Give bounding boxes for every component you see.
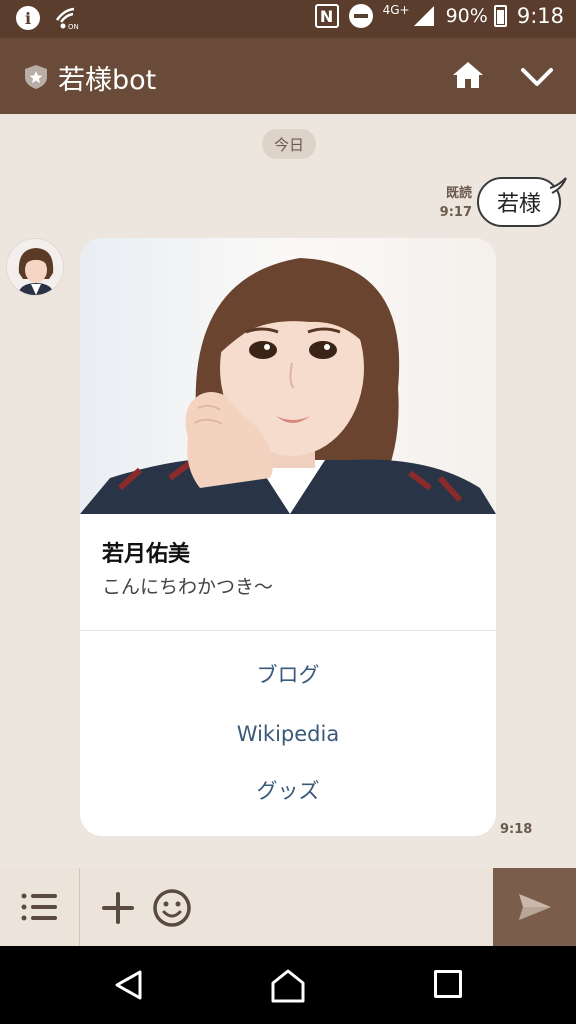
bot-message-card: 若月佑美 こんにちわかつき〜 ブログ Wikipedia グッズ: [80, 238, 496, 836]
status-time: 9:18: [516, 4, 564, 28]
date-separator: 今日: [262, 129, 316, 159]
recent-apps-icon[interactable]: [434, 970, 462, 998]
shield-icon: [25, 65, 47, 89]
status-bar: i ON N 4G+ 90% 9:18: [0, 0, 576, 38]
info-icon: i: [16, 6, 40, 30]
chevron-down-icon[interactable]: [520, 66, 554, 88]
send-button[interactable]: [493, 868, 576, 946]
back-icon[interactable]: [112, 968, 146, 1002]
signal-on-icon: ON: [55, 7, 79, 30]
chat-header: 若様bot: [0, 38, 576, 114]
bubble-tail: [549, 177, 567, 194]
card-action-blog[interactable]: ブログ: [80, 652, 496, 696]
card-divider: [80, 630, 496, 631]
card-action-wikipedia[interactable]: Wikipedia: [80, 712, 496, 756]
home-icon[interactable]: [270, 968, 306, 1004]
network-type: 4G+: [382, 3, 410, 17]
card-title: 若月佑美: [102, 542, 191, 567]
cell-signal-icon: [413, 6, 434, 26]
system-nav-bar: [0, 946, 576, 1024]
card-description: こんにちわかつき〜: [102, 576, 274, 598]
menu-button[interactable]: [0, 868, 80, 946]
menu-icon: [21, 893, 57, 921]
card-photo[interactable]: [80, 238, 496, 514]
home-icon[interactable]: [452, 60, 484, 90]
battery-icon: [493, 5, 507, 27]
nfc-icon: N: [314, 4, 339, 28]
portrait-image: [80, 238, 496, 514]
plus-icon[interactable]: [100, 890, 136, 926]
user-message-time: 9:17: [439, 205, 472, 220]
avatar-image: [7, 239, 63, 295]
bot-message-time: 9:18: [500, 822, 533, 837]
card-action-goods[interactable]: グッズ: [80, 768, 496, 812]
send-icon: [518, 894, 551, 920]
read-label: 既読: [445, 186, 472, 201]
message-input-bar: [0, 868, 576, 946]
emoji-icon[interactable]: [152, 888, 192, 928]
svg-text:ON: ON: [68, 23, 79, 30]
chat-title: 若様bot: [58, 65, 157, 96]
bot-avatar[interactable]: [6, 238, 64, 296]
battery-percent: 90%: [445, 5, 488, 27]
read-receipt: 既読 9:17: [432, 184, 472, 222]
do-not-disturb-icon: [348, 4, 373, 28]
